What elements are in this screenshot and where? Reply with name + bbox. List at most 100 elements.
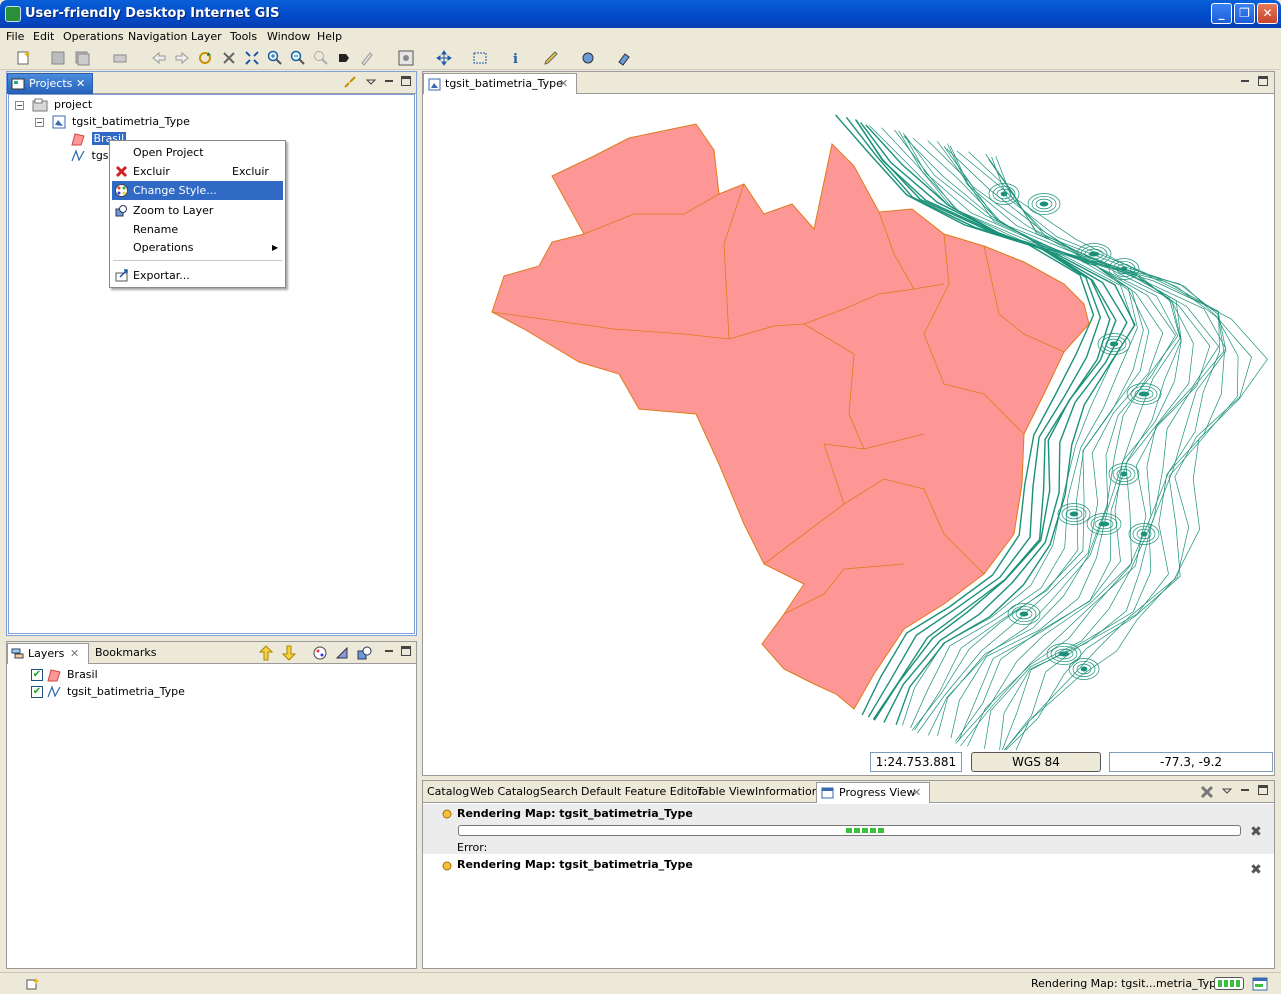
palette-icon [115,184,128,197]
print-icon[interactable] [112,50,128,66]
ctx-operations[interactable]: Operations ▶ [112,238,283,257]
style-icon[interactable] [313,646,327,660]
context-menu: Open Project Excluir Excluir Change Styl… [109,140,286,288]
seamount-contour [1069,511,1079,517]
minimize-view-icon[interactable] [1239,76,1251,88]
ctx-excluir[interactable]: Excluir Excluir [112,162,283,181]
maximize-button[interactable]: ❐ [1234,3,1255,24]
back-arrow-icon[interactable] [151,50,167,66]
maximize-view-icon[interactable] [400,75,412,87]
fast-view-icon[interactable] [26,977,40,991]
zoom-in-icon[interactable] [267,50,283,66]
layer-item-brasil[interactable]: ✔ Brasil [31,667,98,683]
menu-bar: File Edit Operations Navigation Layer To… [0,28,1281,46]
layer-zoom-icon[interactable] [357,646,373,660]
cancel-job-icon[interactable]: ✖ [1249,863,1263,877]
tab-close-icon[interactable]: ✕ [559,74,568,94]
bottom-panel: Catalog Web Catalog Search Default Featu… [422,780,1275,969]
menu-edit[interactable]: Edit [33,28,54,46]
ctx-change-style[interactable]: Change Style... [112,181,283,200]
collapse-icon[interactable]: − [35,117,44,127]
next-icon[interactable] [336,50,352,66]
layer-visibility-checkbox[interactable]: ✔ [31,669,43,681]
menu-operations[interactable]: Operations [63,28,123,46]
menu-file[interactable]: File [6,28,24,46]
zoom-previous-icon[interactable] [313,50,329,66]
tab-information[interactable]: Information [751,782,823,803]
feature-tool-icon[interactable] [580,50,596,66]
menu-tools[interactable]: Tools [230,28,257,46]
save-all-icon[interactable] [74,50,90,66]
remove-all-icon[interactable] [1199,784,1215,800]
scale-field[interactable]: 1:24.753.881 [870,752,962,772]
tab-web-catalog[interactable]: Web Catalog [466,782,544,803]
forward-arrow-icon[interactable] [174,50,190,66]
clear-icon[interactable] [359,50,375,66]
tab-close-icon[interactable]: ✕ [70,644,79,664]
delete-icon [115,165,128,178]
layer-item-tgsit[interactable]: ✔ tgsit_batimetria_Type [31,684,185,700]
tab-close-icon[interactable]: ✕ [76,74,85,94]
minimize-view-icon[interactable] [1239,785,1251,797]
ctx-zoom-to-layer[interactable]: Zoom to Layer [112,201,283,220]
save-icon[interactable] [50,50,66,66]
layers-panel: Layers ✕ Bookmarks ✔ Brasil ✔ tgsit_bati… [6,641,417,969]
pan-icon[interactable] [436,50,452,66]
link-editor-icon[interactable] [343,75,357,89]
tab-default-feature-editor[interactable]: Default Feature Editor [577,782,706,803]
zoom-extent-icon[interactable] [244,50,260,66]
projects-tabbar: Projects ✕ [7,72,416,94]
close-button[interactable]: ✕ [1257,3,1278,24]
menu-layer[interactable]: Layer [191,28,222,46]
edit-geometry-icon[interactable] [543,50,559,66]
plugin-tool-icon[interactable] [616,50,632,66]
tab-progress-view[interactable]: Progress View ✕ [816,782,930,803]
menu-navigation[interactable]: Navigation [128,28,187,46]
map-editor: tgsit_batimetria_Type ✕ 1:24.753.881 WGS… [422,71,1275,776]
maximize-view-icon[interactable] [400,645,412,657]
seamount-contour [1080,666,1088,672]
zoom-out-icon[interactable] [290,50,306,66]
move-up-icon[interactable] [259,645,273,661]
cancel-job-icon[interactable]: ✖ [1249,825,1263,839]
menu-window[interactable]: Window [267,28,310,46]
view-menu-icon[interactable] [1221,785,1233,797]
info-view-icon[interactable] [398,50,414,66]
stop-render-icon[interactable] [221,50,237,66]
maximize-view-icon[interactable] [1257,75,1269,87]
tab-layers[interactable]: Layers ✕ [7,643,89,664]
tab-map[interactable]: tgsit_batimetria_Type ✕ [423,73,577,94]
view-menu-icon[interactable] [365,76,377,88]
select-box-icon[interactable] [472,50,488,66]
menu-help[interactable]: Help [317,28,342,46]
status-progress-bar[interactable] [1214,977,1244,990]
tree-row-project[interactable]: − project [15,97,92,113]
info-icon[interactable]: i [508,50,524,66]
seamount-contour [1138,391,1150,397]
tree-row-map[interactable]: − tgsit_batimetria_Type [35,114,190,130]
tab-bookmarks[interactable]: Bookmarks [91,643,160,664]
layer-visibility-checkbox[interactable]: ✔ [31,686,43,698]
edit-style-icon[interactable] [335,646,349,660]
collapse-icon[interactable]: − [15,100,24,110]
minimize-button[interactable]: _ [1211,3,1232,24]
maximize-view-icon[interactable] [1257,784,1269,796]
crs-button[interactable]: WGS 84 [971,752,1101,772]
refresh-icon[interactable] [197,50,213,66]
move-down-icon[interactable] [282,645,296,661]
progress-view-icon[interactable] [1252,976,1268,992]
ctx-exportar[interactable]: Exportar... [112,266,283,285]
ctx-open-project[interactable]: Open Project [112,143,283,162]
ctx-rename[interactable]: Rename [112,220,283,239]
tab-table-view[interactable]: Table View [693,782,759,803]
tab-search[interactable]: Search [536,782,582,803]
map-canvas[interactable] [424,94,1275,750]
tab-projects[interactable]: Projects ✕ [7,73,93,94]
layers-icon [11,648,24,659]
minimize-view-icon[interactable] [383,646,395,658]
seamount-contour [1058,651,1070,657]
new-icon[interactable] [16,50,32,66]
minimize-view-icon[interactable] [383,76,395,88]
map-icon [428,78,441,91]
tab-close-icon[interactable]: ✕ [912,783,921,803]
